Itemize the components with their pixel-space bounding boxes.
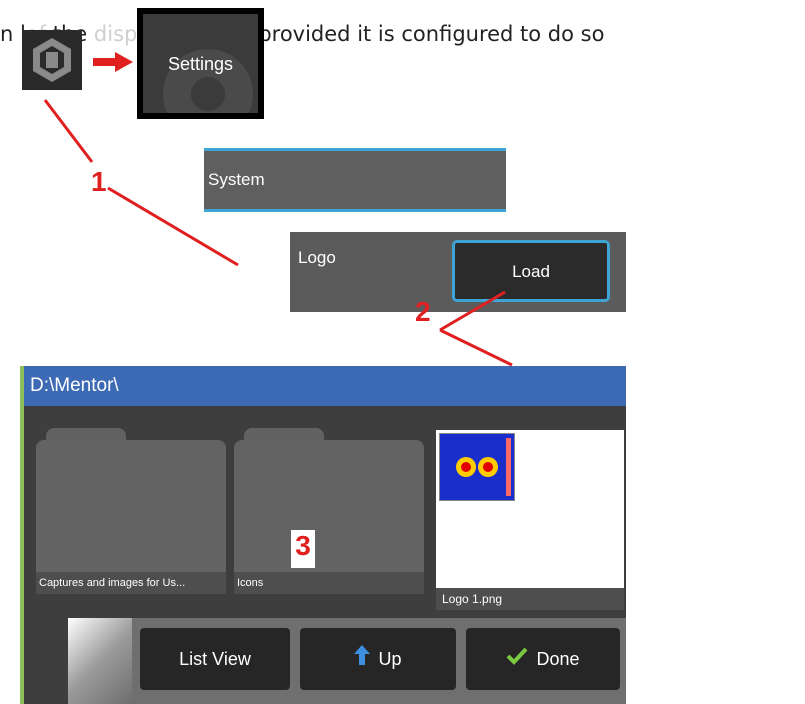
folder-caption: Captures and images for Us... [36, 572, 226, 594]
done-button[interactable]: Done [466, 628, 620, 690]
path-bar: D:\Mentor\ [24, 366, 626, 406]
image-caption: Logo 1.png [436, 588, 624, 610]
image-file-item[interactable]: Logo 1.png [436, 430, 624, 610]
folder-body [234, 440, 424, 586]
callout-1: 1 [91, 166, 107, 197]
callout-3-box: 3 [291, 530, 315, 568]
list-view-button[interactable]: List View [140, 628, 290, 690]
up-button[interactable]: Up [300, 628, 456, 690]
list-view-label: List View [179, 649, 251, 669]
checkmark-icon [506, 628, 528, 690]
file-browser: D:\Mentor\ Captures and images for Us...… [20, 366, 626, 704]
heatmap-thumbnail-icon [440, 434, 514, 500]
up-label: Up [378, 649, 402, 669]
image-thumbnail [439, 433, 515, 501]
folder-item[interactable]: Icons [234, 428, 424, 600]
done-label: Done [536, 649, 580, 669]
folder-body [36, 440, 226, 586]
folder-caption: Icons [234, 572, 424, 594]
callout-2: 2 [415, 296, 431, 327]
arrow-up-icon [354, 628, 371, 690]
folder-item[interactable]: Captures and images for Us... [36, 428, 226, 600]
callout-3: 3 [295, 530, 311, 561]
